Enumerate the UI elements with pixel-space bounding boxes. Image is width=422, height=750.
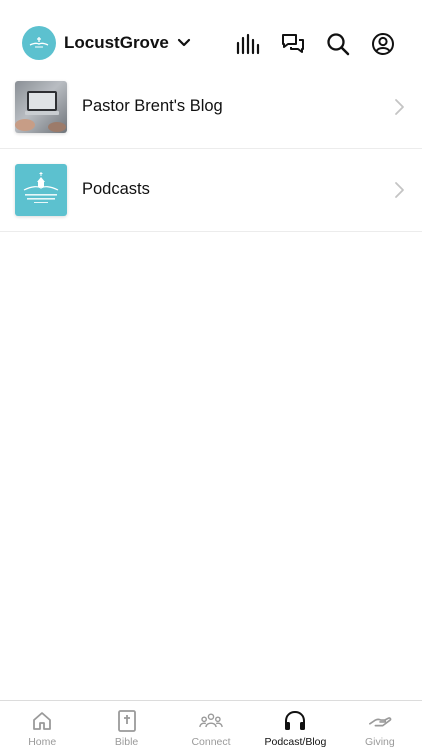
bible-icon — [115, 709, 139, 733]
tab-label: Connect — [191, 736, 231, 748]
chevron-down-icon — [177, 36, 191, 50]
chevron-right-icon — [394, 98, 406, 116]
bottom-tab-bar: Home Bible Connect Podcast/Blog Giving — [0, 700, 422, 750]
tab-label: Giving — [364, 736, 395, 748]
chevron-right-icon — [394, 181, 406, 199]
blog-thumbnail — [15, 81, 67, 133]
tab-label: Bible — [114, 736, 139, 748]
stats-icon[interactable] — [235, 31, 261, 57]
tab-giving[interactable]: Giving — [338, 701, 422, 750]
list-item-label: Podcasts — [82, 180, 150, 198]
account-icon[interactable] — [370, 31, 396, 57]
chat-icon[interactable] — [280, 31, 306, 57]
content-list: Pastor Brent's Blog Podcasts — [0, 66, 422, 232]
list-item-label: Pastor Brent's Blog — [82, 97, 223, 115]
church-switcher[interactable]: LocustGrove — [22, 26, 191, 60]
church-name: LocustGrove — [64, 33, 169, 52]
podcast-thumbnail-logo — [15, 164, 67, 216]
people-icon — [199, 709, 223, 733]
list-item-blog[interactable]: Pastor Brent's Blog — [0, 66, 422, 149]
list-item-podcasts[interactable]: Podcasts — [0, 149, 422, 232]
giving-hand-icon — [368, 709, 392, 733]
tab-connect[interactable]: Connect — [169, 701, 253, 750]
headphones-icon — [283, 709, 307, 733]
search-icon[interactable] — [325, 31, 351, 57]
home-icon — [30, 709, 54, 733]
tab-label: Podcast/Blog — [264, 736, 327, 748]
top-navigation-bar: LocustGrove — [0, 22, 422, 66]
tab-bible[interactable]: Bible — [84, 701, 168, 750]
tab-podcast-blog[interactable]: Podcast/Blog — [253, 701, 337, 750]
tab-label: Home — [28, 736, 57, 748]
tab-home[interactable]: Home — [0, 701, 84, 750]
church-logo-icon — [22, 26, 56, 60]
